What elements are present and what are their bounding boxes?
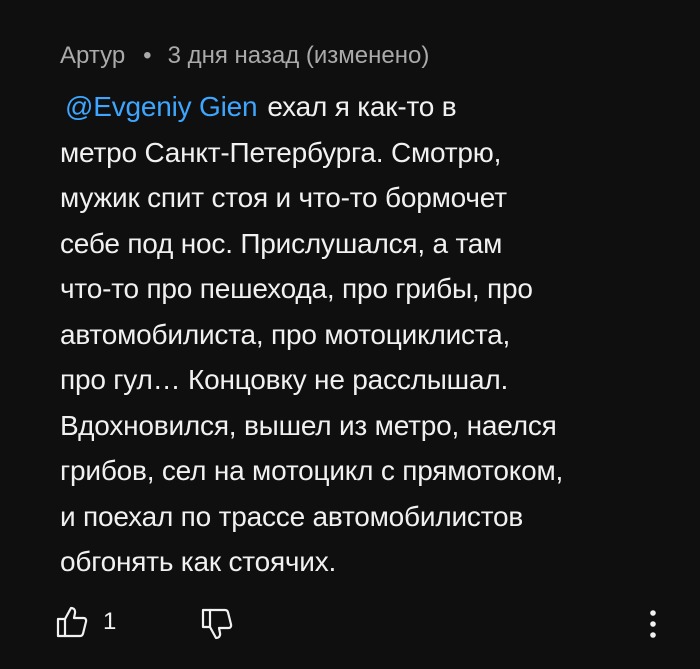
more-vertical-icon[interactable]	[647, 609, 659, 641]
like-count: 1	[103, 608, 117, 635]
comment-actions: 1	[55, 605, 675, 645]
comment-timestamp[interactable]: 3 дня назад (изменено)	[168, 42, 430, 69]
comment: Артур • 3 дня назад (изменено) @Evgeniy Gi…	[60, 40, 680, 585]
comment-body: @Evgeniy Gien ехал я как-то в метро Санкт…	[60, 84, 680, 585]
comment-text-first-line: ехал я как-то в	[267, 91, 457, 122]
mention-link[interactable]: @Evgeniy Gien	[65, 84, 258, 130]
more-actions-button[interactable]	[647, 609, 659, 641]
dislike-button[interactable]	[200, 607, 234, 641]
comment-header: Артур • 3 дня назад (изменено)	[60, 40, 680, 72]
comment-author[interactable]: Артур	[60, 42, 125, 69]
meta-separator: •	[143, 42, 152, 69]
thumbs-up-icon[interactable]	[55, 605, 89, 639]
comment-text: метро Санкт-Петербурга. Смотрю, мужик сп…	[60, 136, 564, 578]
like-button[interactable]: 1	[55, 605, 116, 639]
thumbs-down-icon[interactable]	[200, 607, 234, 641]
